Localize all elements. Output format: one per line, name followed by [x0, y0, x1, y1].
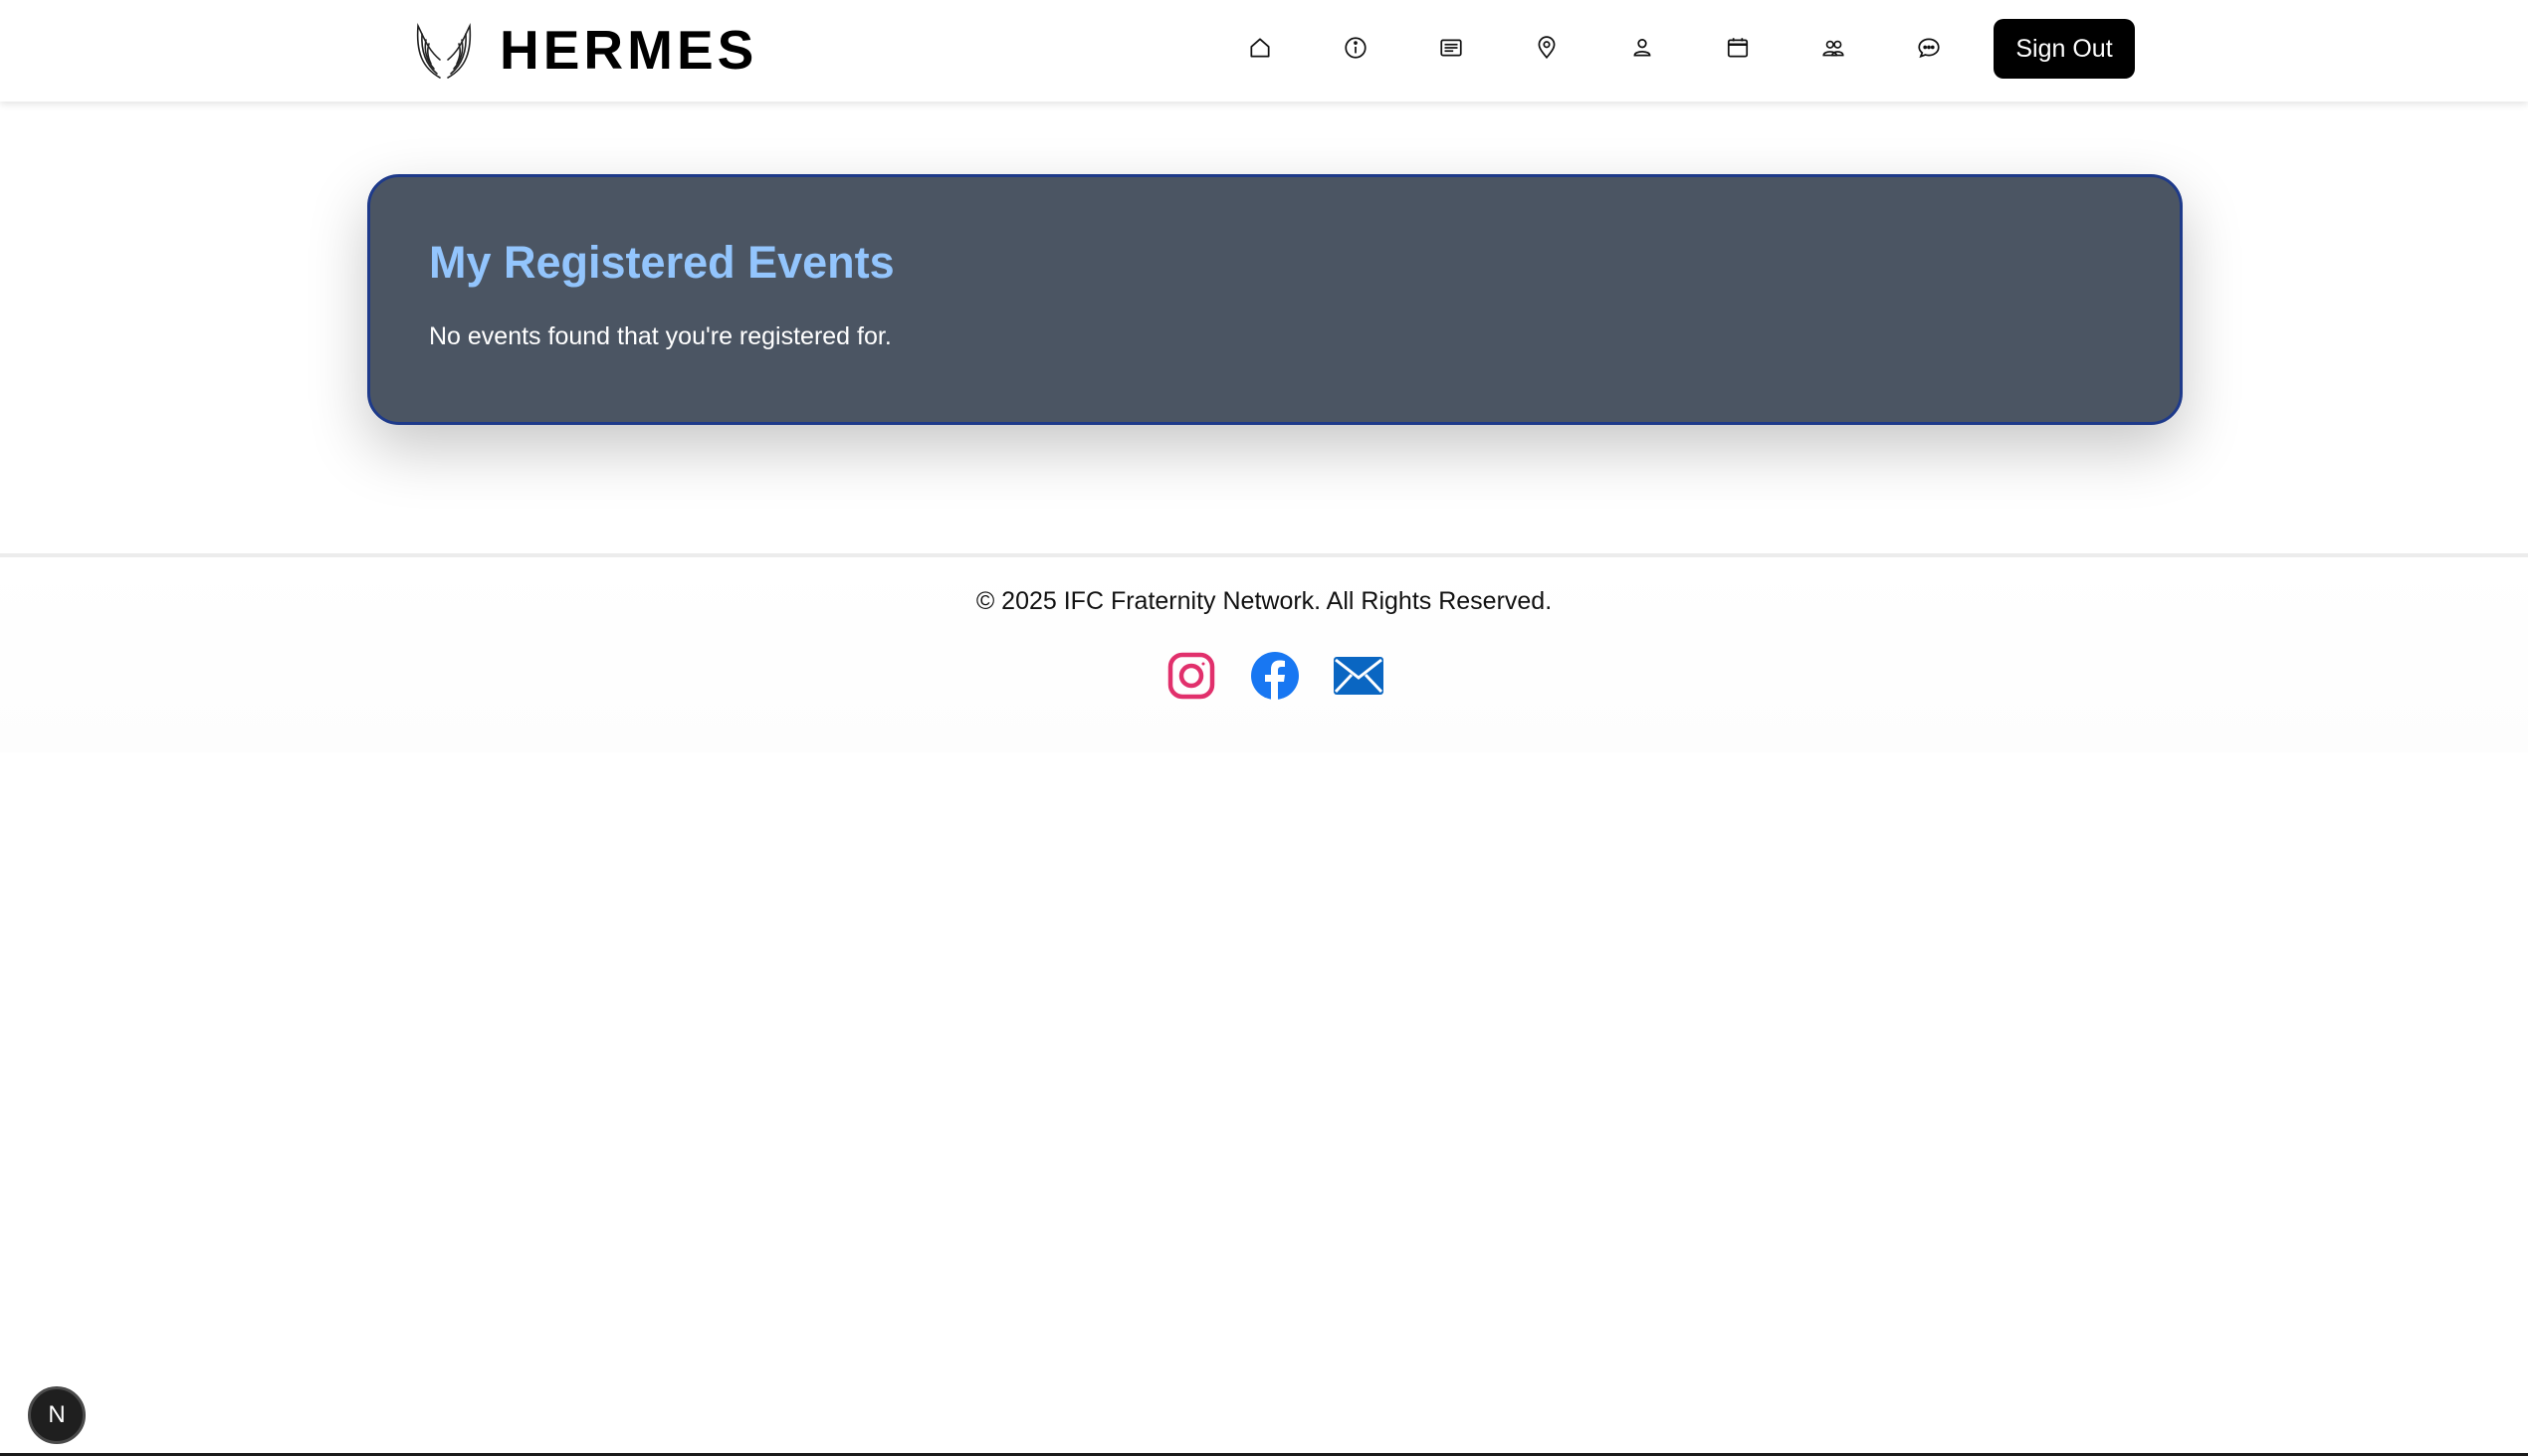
- facebook-link[interactable]: [1248, 649, 1302, 703]
- email-icon: [1334, 657, 1383, 695]
- nav-locations[interactable]: [1499, 23, 1594, 73]
- nav-news[interactable]: [1403, 23, 1499, 73]
- main-nav: [1212, 23, 1977, 73]
- location-icon: [1538, 36, 1556, 60]
- instagram-icon: [1167, 652, 1215, 700]
- winged-logo-icon: [416, 23, 472, 79]
- site-header: HERMES Sign Out: [0, 0, 2528, 102]
- home-icon: [1250, 38, 1270, 58]
- brand-name: HERMES: [500, 19, 758, 81]
- facebook-icon: [1251, 652, 1299, 700]
- chat-icon: [1918, 38, 1940, 59]
- nav-members[interactable]: [1786, 23, 1881, 73]
- nav-about[interactable]: [1308, 23, 1403, 73]
- nav-profile[interactable]: [1594, 23, 1690, 73]
- page-title: My Registered Events: [429, 237, 895, 288]
- instagram-link[interactable]: [1164, 649, 1218, 703]
- email-link[interactable]: [1332, 649, 1385, 703]
- calendar-icon: [1727, 38, 1749, 58]
- nav-chat[interactable]: [1881, 23, 1977, 73]
- nextjs-dev-badge[interactable]: N: [28, 1386, 86, 1444]
- members-icon: [1822, 40, 1844, 57]
- profile-icon: [1633, 39, 1651, 57]
- empty-state-message: No events found that you're registered f…: [429, 321, 892, 350]
- nav-home[interactable]: [1212, 23, 1308, 73]
- copyright-text: © 2025 IFC Fraternity Network. All Right…: [975, 587, 1553, 615]
- news-icon: [1440, 39, 1462, 57]
- registered-events-card: My Registered Events No events found tha…: [367, 174, 2183, 425]
- nav-calendar[interactable]: [1690, 23, 1786, 73]
- site-footer: © 2025 IFC Fraternity Network. All Right…: [0, 553, 2528, 752]
- info-icon: [1345, 37, 1367, 59]
- sign-out-button[interactable]: Sign Out: [1994, 19, 2135, 79]
- social-links: [1164, 649, 1415, 703]
- brand[interactable]: HERMES: [410, 14, 757, 86]
